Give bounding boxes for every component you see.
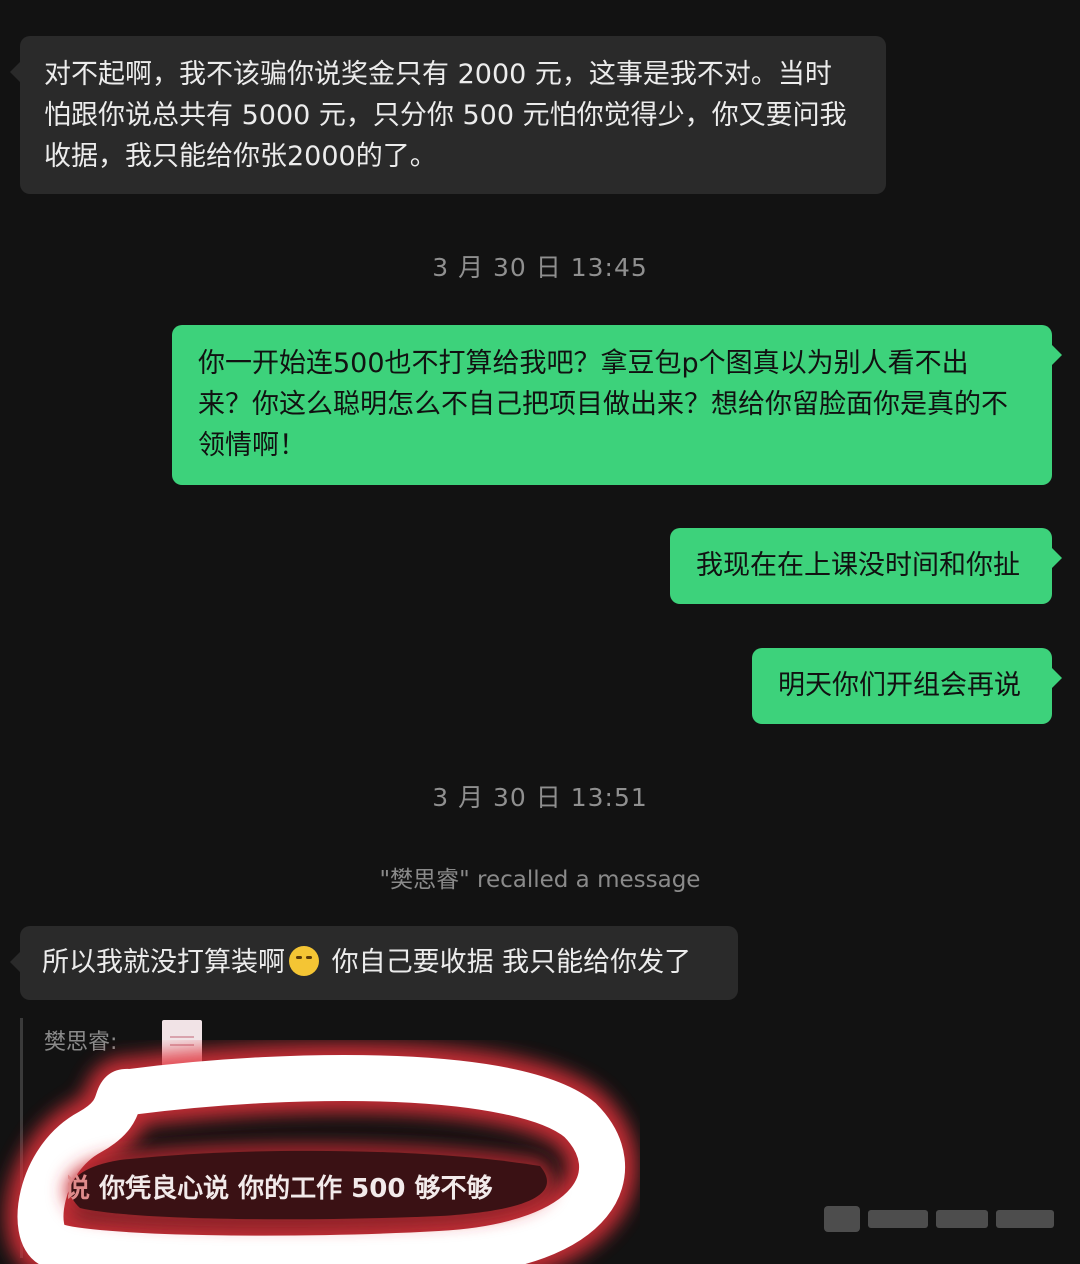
quoted-text-cutoff: 说 bbox=[68, 1174, 90, 1204]
message-line: 收据，我只能给你张2000的了。 bbox=[44, 141, 437, 172]
facepalm-emoji-icon bbox=[289, 946, 319, 976]
incoming-message-receipt[interactable]: 所以我就没打算装啊 你自己要收据 我只能给你发了 bbox=[10, 926, 738, 1000]
message-line: 领情啊！ bbox=[198, 430, 306, 461]
quoted-message-text: 说 你凭良心说 你的工作 500 够不够 bbox=[68, 1168, 493, 1205]
timestamp: 3 月 30 日 13:51 bbox=[432, 783, 648, 812]
outgoing-message-busy[interactable]: 我现在在上课没时间和你扯 bbox=[670, 528, 1062, 604]
red-highlight-marker bbox=[5, 1042, 638, 1264]
message-line: 来？你这么聪明怎么不自己把项目做出来？想给你留脸面你是真的不 bbox=[198, 389, 1008, 420]
recall-notice: "樊思睿" recalled a message bbox=[379, 867, 701, 893]
quoted-text-main: 你凭良心说 你的工作 500 够不够 bbox=[99, 1174, 493, 1204]
message-text: 你自己要收据 我只能给你发了 bbox=[323, 947, 692, 978]
message-line: 明天你们开组会再说 bbox=[778, 670, 1021, 701]
message-line: 我现在在上课没时间和你扯 bbox=[696, 550, 1020, 581]
watermark-logo bbox=[824, 1206, 1054, 1232]
message-line: 怕跟你说总共有 5000 元，只分你 500 元怕你觉得少，你又要问我 bbox=[44, 100, 847, 131]
outgoing-message-tomorrow[interactable]: 明天你们开组会再说 bbox=[752, 648, 1062, 724]
outgoing-message-reply[interactable]: 你一开始连500也不打算给我吧？拿豆包p个图真以为别人看不出 来？你这么聪明怎么… bbox=[172, 325, 1062, 485]
incoming-message-apology[interactable]: 对不起啊，我不该骗你说奖金只有 2000 元，这事是我不对。当时 怕跟你说总共有… bbox=[10, 36, 886, 194]
timestamp: 3 月 30 日 13:45 bbox=[432, 253, 648, 282]
message-line: 对不起啊，我不该骗你说奖金只有 2000 元，这事是我不对。当时 bbox=[44, 59, 832, 90]
message-line: 你一开始连500也不打算给我吧？拿豆包p个图真以为别人看不出 bbox=[198, 348, 969, 379]
chat-window: 对不起啊，我不该骗你说奖金只有 2000 元，这事是我不对。当时 怕跟你说总共有… bbox=[0, 0, 1080, 1264]
message-text: 所以我就没打算装啊 bbox=[42, 947, 285, 978]
